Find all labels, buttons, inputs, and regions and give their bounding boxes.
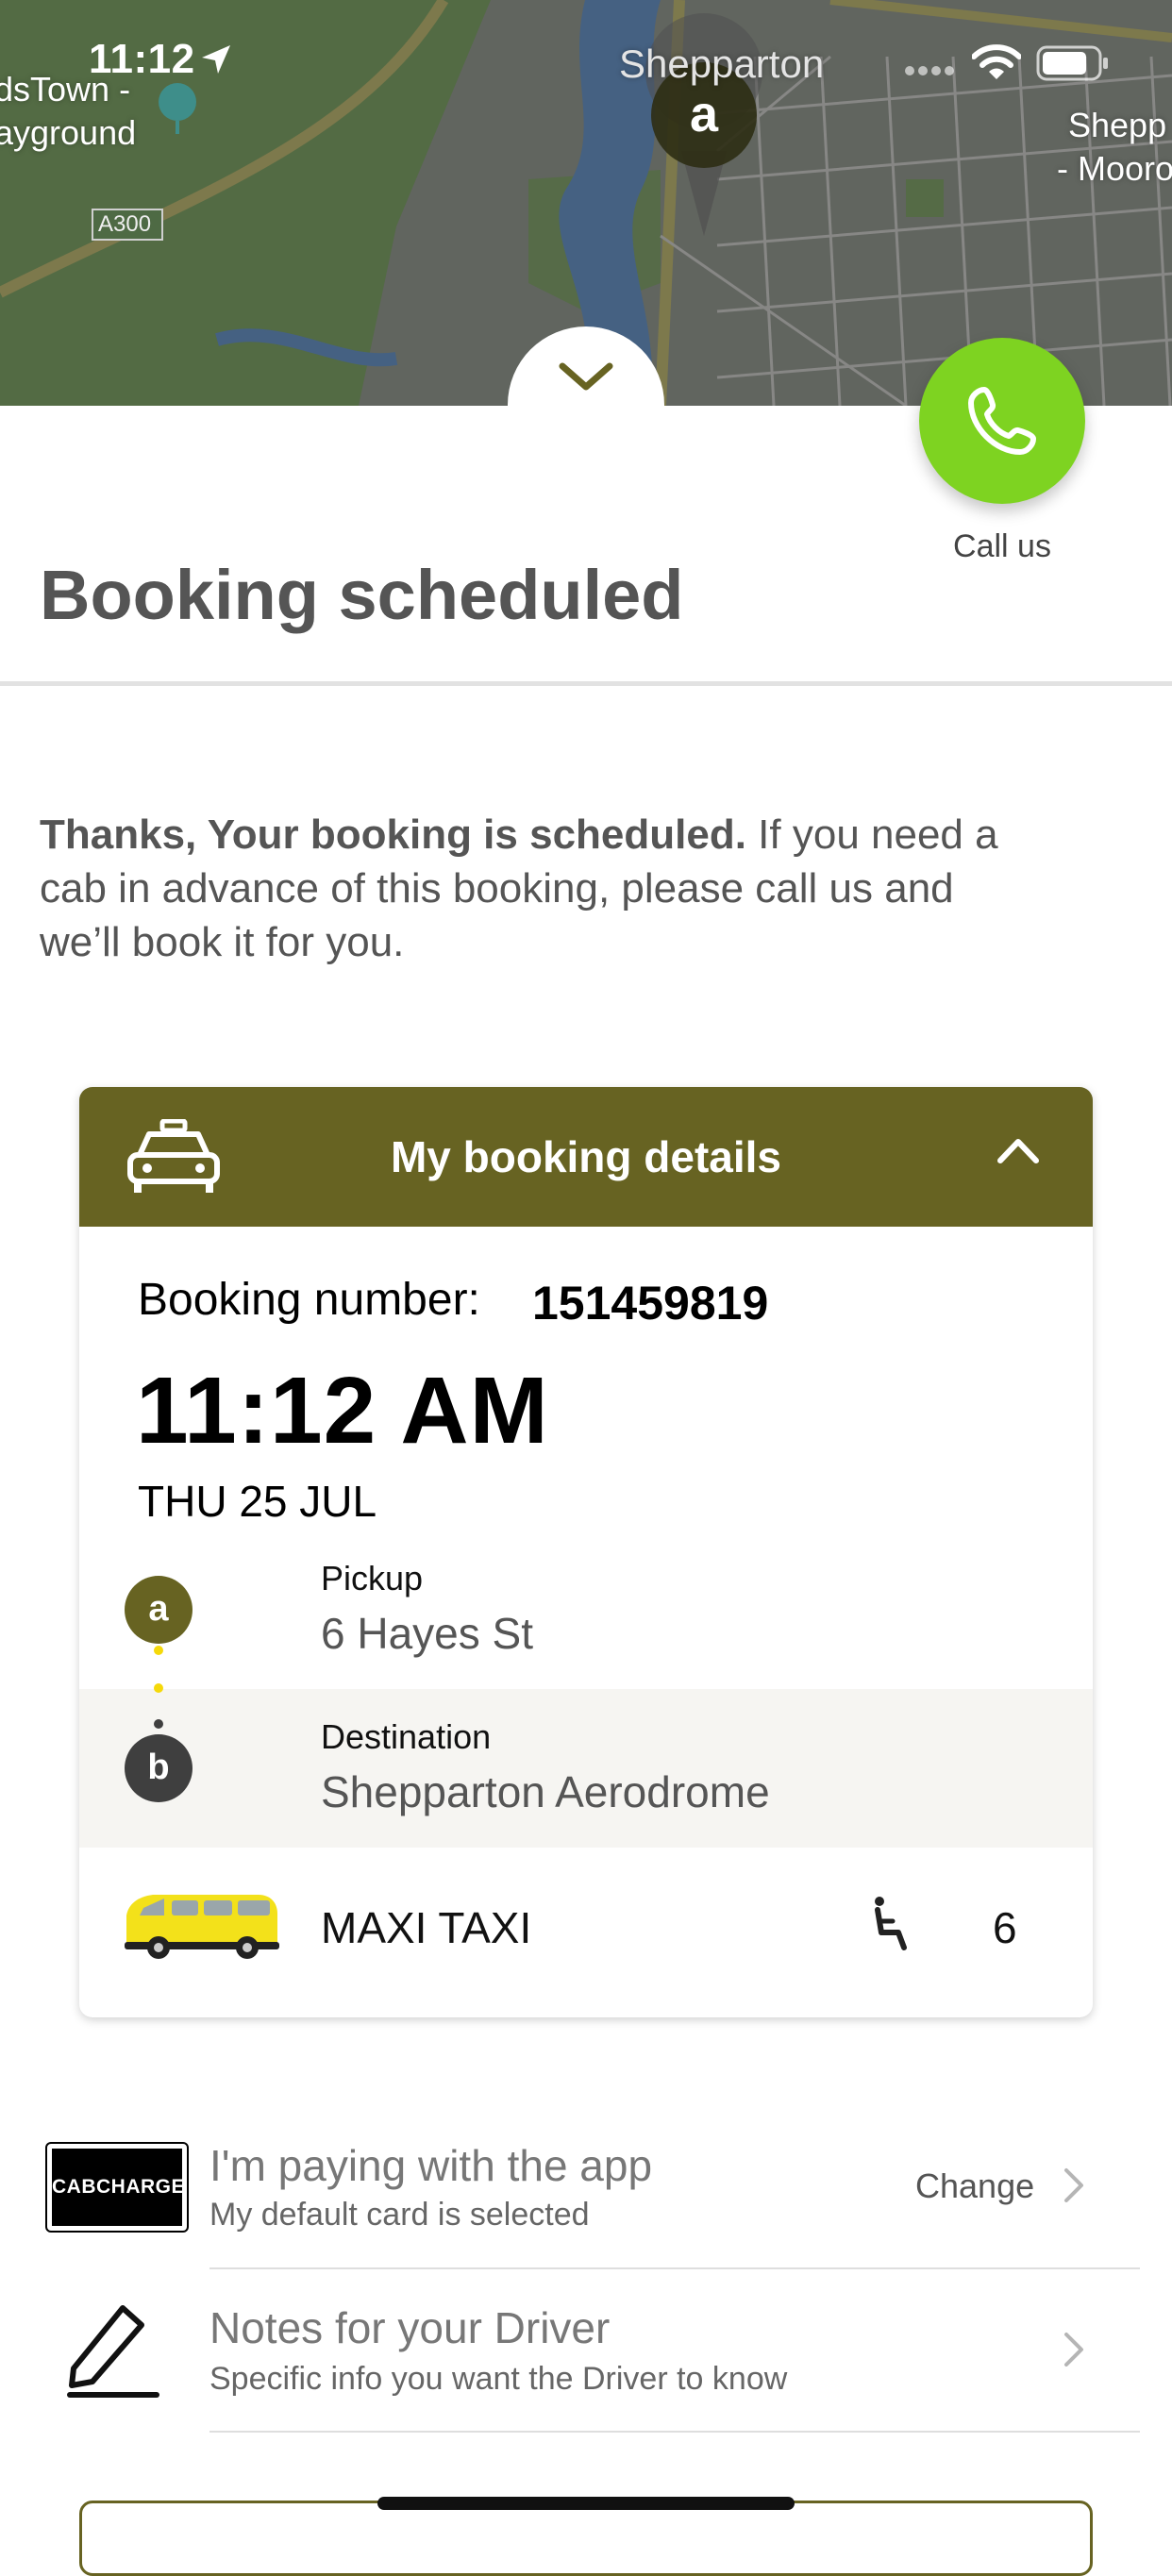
booking-number-label: Booking number: (138, 1275, 480, 1325)
booking-details-title: My booking details (390, 1132, 782, 1181)
map-label: ayground (0, 113, 137, 152)
cabcharge-logo-text: CABCHARGE (52, 2149, 185, 2226)
pickup-pin: a (125, 1576, 193, 1644)
call-us-label: Call us (953, 528, 1051, 564)
booking-message-bold: Thanks, Your booking is scheduled. (40, 811, 746, 858)
vehicle-type: MAXI TAXI (321, 1903, 532, 1952)
booking-date: THU 25 JUL (138, 1477, 377, 1526)
chevron-right-icon (1064, 2333, 1083, 2367)
signal-icon (904, 64, 957, 82)
road-sign-label: A300 (98, 211, 152, 237)
driver-notes-subtitle: Specific info you want the Driver to kno… (209, 2361, 788, 2397)
pencil-icon (67, 2305, 159, 2398)
payment-subtitle: My default card is selected (209, 2197, 590, 2233)
map-label: Shepp (1068, 106, 1167, 144)
booking-details-header[interactable]: My booking details (79, 1087, 1093, 1227)
seat-count: 6 (993, 1903, 1017, 1952)
destination-address: Shepparton Aerodrome (321, 1767, 770, 1816)
booking-message: Thanks, Your booking is scheduled. If yo… (40, 808, 1021, 969)
pickup-label: Pickup (321, 1559, 424, 1597)
seat-icon (875, 1897, 907, 1950)
home-indicator (377, 2497, 795, 2510)
change-payment-button[interactable]: Change (915, 2166, 1034, 2206)
bottom-action-button[interactable] (79, 2501, 1093, 2576)
payment-title: I'm paying with the app (209, 2141, 653, 2190)
maxi-taxi-van-icon (125, 1895, 279, 1959)
pickup-address: 6 Hayes St (321, 1609, 533, 1658)
map-town-label: Shepparton (619, 42, 825, 86)
destination-label: Destination (321, 1717, 492, 1756)
booking-number: 151459819 (532, 1277, 769, 1330)
phone-icon (968, 387, 1036, 455)
page-title: Booking scheduled (40, 556, 684, 634)
divider (209, 2431, 1140, 2433)
status-time: 11:12 (89, 36, 195, 82)
battery-icon (1036, 45, 1110, 86)
map-pin-pickup[interactable]: a (676, 85, 732, 143)
route-dot (154, 1683, 163, 1693)
destination-pin: b (125, 1734, 193, 1802)
location-arrow-icon (200, 43, 232, 80)
booking-time: 11:12 AM (136, 1358, 549, 1464)
wifi-icon (971, 43, 1022, 86)
divider (0, 681, 1172, 686)
call-us-button[interactable] (919, 338, 1085, 504)
driver-notes-title: Notes for your Driver (209, 2303, 611, 2352)
cabcharge-logo: CABCHARGE (45, 2142, 189, 2233)
booking-details-card: My booking details Booking number: 15145… (79, 1087, 1093, 2017)
chevron-down-icon (559, 362, 613, 391)
route-dot (154, 1719, 163, 1729)
chevron-right-icon (1064, 2168, 1083, 2202)
divider (209, 2267, 1140, 2269)
chevron-up-icon (997, 1139, 1039, 1163)
route-dot (154, 1646, 163, 1655)
map-label: - Mooro (1057, 149, 1172, 188)
